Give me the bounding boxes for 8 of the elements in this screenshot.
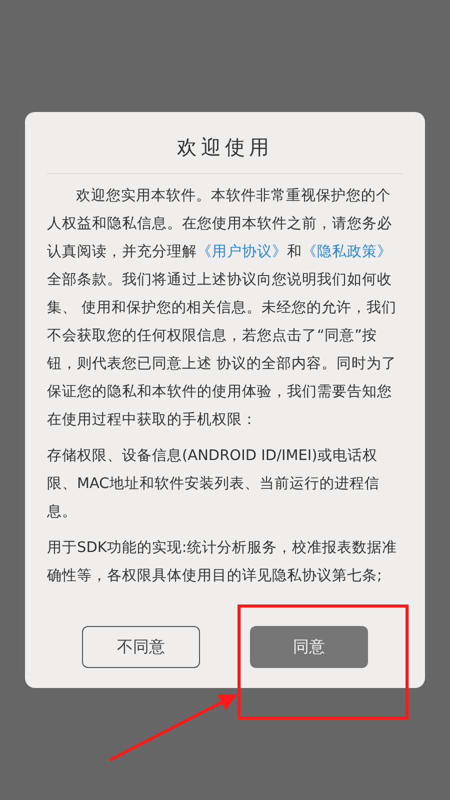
policy-link[interactable]: 《用户协议》 <box>197 244 287 260</box>
paragraph: 存储权限、设备信息(ANDROID ID/IMEI)或电话权限、MAC地址和软件安装列表、当前运行的进程信息。 <box>47 447 380 522</box>
paragraph: 用于SDK功能的实现:统计分析服务，校准报表数据准确性等，各权限具体使用目的详见隐私协议第七条; <box>47 538 398 586</box>
policy-link[interactable]: 《隐私政策》 <box>302 244 392 260</box>
agree-button[interactable]: 同意 <box>250 626 368 668</box>
paragraph: 欢迎您实用本软件。本软件非常重视保护您的个人权益和隐私信息。在您使用本软件之前，请您务必认真阅读，并充分理解《用户协议》和《隐私政策》 全部条款。我们将通过上述协议向您说明我们如何收集、 使用和保护您的相关信息。未经您的允许，我们不会获取您的任何权限信息，若您点击了“同意”按钮，则代表您已同意上述 协议的全部内容。同时为了保证您的隐私和本软件的使用体验，我们需要告知您在使用过程中获取的手机权限： <box>47 186 398 430</box>
dialog-title: 欢迎使用 <box>47 112 403 174</box>
disagree-button[interactable]: 不同意 <box>82 626 200 668</box>
